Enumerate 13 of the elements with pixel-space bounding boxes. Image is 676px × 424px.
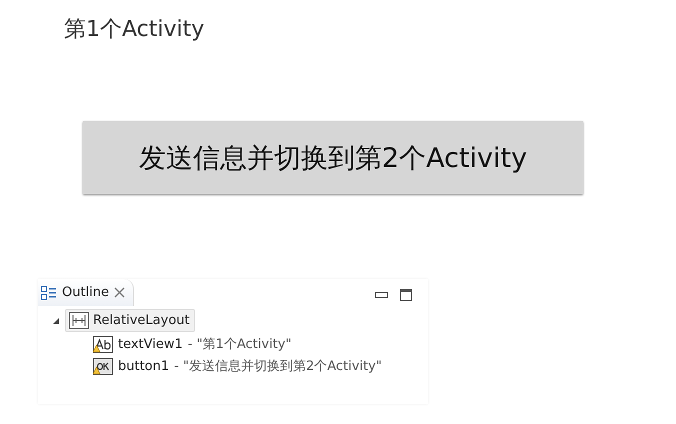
layout-icon: [69, 312, 89, 329]
minimize-icon[interactable]: [375, 292, 388, 298]
expand-arrow-icon[interactable]: [52, 316, 60, 324]
maximize-icon[interactable]: [400, 289, 412, 301]
tree-item[interactable]: button1 - "发送信息并切换到第2个Activity": [91, 356, 428, 376]
outline-icon: [41, 286, 57, 300]
send-button[interactable]: 发送信息并切换到第2个Activity: [83, 121, 583, 194]
activity-title: 第1个Activity: [63, 16, 206, 44]
outline-tab[interactable]: Outline: [38, 279, 134, 306]
tree-item[interactable]: RelativeLayout: [65, 309, 195, 332]
close-icon[interactable]: [114, 287, 126, 298]
tree-item[interactable]: textView1 - "第1个Activity": [91, 334, 428, 354]
tab-label: Outline: [62, 285, 110, 300]
